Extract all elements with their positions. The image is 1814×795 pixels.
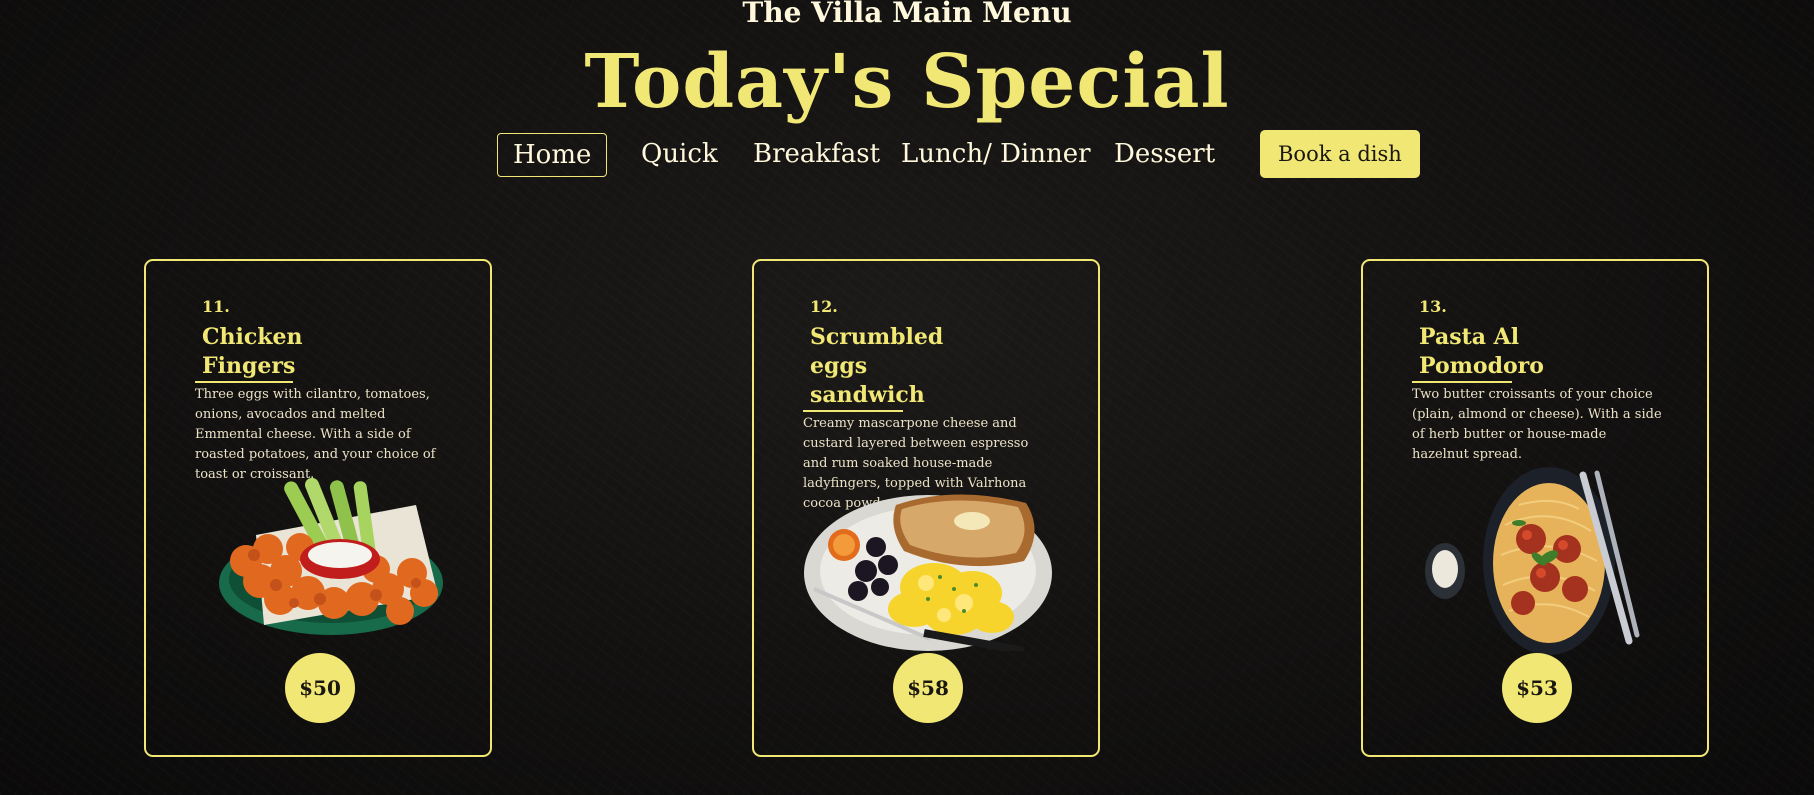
- name-underline: [195, 381, 293, 383]
- price-badge: $50: [285, 653, 355, 723]
- main-nav: Home Quick Breakfast Lunch/ Dinner Desse…: [0, 130, 1814, 178]
- nav-item-home[interactable]: Home: [497, 133, 608, 177]
- dish-name-line: eggs: [810, 353, 868, 379]
- dish-name-line: Pasta Al: [1419, 324, 1520, 350]
- dish-name: Chicken Fingers: [195, 323, 352, 383]
- dish-number: 12.: [810, 297, 838, 316]
- dish-name: Scrumbled eggs sandwich: [803, 323, 960, 412]
- nav-item-quick[interactable]: Quick: [641, 133, 718, 175]
- spaghetti-meatballs-icon: [1425, 467, 1640, 655]
- menu-card-chicken-fingers[interactable]: 11. Chicken Fingers Three eggs with cila…: [144, 259, 492, 757]
- dish-name-line: Fingers: [202, 353, 296, 379]
- dish-number: 11.: [202, 297, 230, 316]
- dish-number: 13.: [1419, 297, 1447, 316]
- name-underline: [1412, 381, 1512, 383]
- scrambled-eggs-plate-icon: [804, 494, 1052, 651]
- dish-description: Two butter croissants of your choice (pl…: [1412, 387, 1662, 462]
- book-dish-button[interactable]: Book a dish: [1260, 130, 1420, 178]
- name-underline: [803, 410, 903, 412]
- site-title: The Villa Main Menu: [742, 0, 1072, 29]
- dish-name-line: Chicken: [202, 324, 303, 350]
- dish-name: Pasta Al Pomodoro: [1412, 323, 1569, 383]
- page-headline: Today's Special: [584, 39, 1230, 125]
- menu-card-scrumbled-eggs[interactable]: 12. Scrumbled eggs sandwich Creamy masca…: [752, 259, 1100, 757]
- chicken-wings-icon: [219, 477, 443, 635]
- dish-description: Three eggs with cilantro, tomatoes, onio…: [195, 387, 436, 482]
- price-badge: $53: [1502, 653, 1572, 723]
- price-badge: $58: [893, 653, 963, 723]
- nav-item-lunch-dinner[interactable]: Lunch/ Dinner: [901, 133, 1091, 175]
- dish-name-line: Scrumbled: [810, 324, 944, 350]
- dish-name-line: sandwich: [810, 382, 925, 408]
- dish-name-line: Pomodoro: [1419, 353, 1544, 379]
- nav-item-breakfast[interactable]: Breakfast: [753, 133, 880, 175]
- nav-item-dessert[interactable]: Dessert: [1114, 133, 1215, 175]
- menu-card-pasta-al-pomodoro[interactable]: 13. Pasta Al Pomodoro Two butter croissa…: [1361, 259, 1709, 757]
